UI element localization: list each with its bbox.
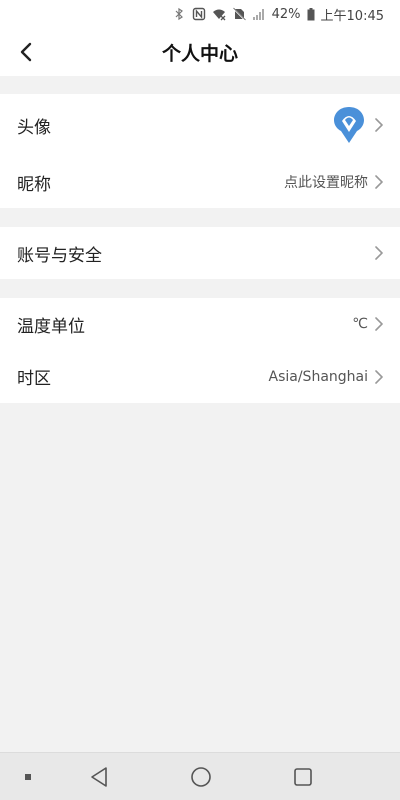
back-button[interactable] <box>8 34 44 70</box>
nickname-row[interactable]: 昵称 点此设置昵称 <box>0 156 400 208</box>
temperature-unit-label: 温度单位 <box>17 316 85 337</box>
profile-group: 头像 昵称 点此设置昵称 <box>0 94 400 208</box>
nav-home-button[interactable] <box>186 753 216 800</box>
back-triangle-icon <box>91 767 107 787</box>
home-circle-icon <box>191 767 211 787</box>
bluetooth-icon <box>175 7 183 21</box>
system-nav-bar <box>0 752 400 800</box>
chevron-right-icon <box>375 175 383 189</box>
menu-dot-icon <box>25 774 31 780</box>
temperature-unit-value: ℃ <box>352 316 368 332</box>
nickname-value: 点此设置昵称 <box>284 175 368 191</box>
timezone-value: Asia/Shanghai <box>268 368 369 385</box>
signal-icon <box>252 9 264 20</box>
no-sim-icon <box>232 7 246 21</box>
chevron-right-icon <box>375 317 383 331</box>
nickname-label: 昵称 <box>17 174 51 195</box>
status-bar: 42% 上午10:45 <box>0 0 400 28</box>
account-security-row[interactable]: 账号与安全 <box>0 227 400 279</box>
brand-logo-icon <box>334 107 364 143</box>
battery-icon <box>307 7 315 20</box>
chevron-right-icon <box>375 118 383 132</box>
timezone-label: 时区 <box>17 369 51 389</box>
timezone-row[interactable]: 时区 Asia/Shanghai <box>0 350 400 403</box>
account-security-label: 账号与安全 <box>17 245 102 266</box>
settings-group: 温度单位 ℃ 时区 Asia/Shanghai <box>0 298 400 403</box>
status-time: 上午10:45 <box>320 8 384 24</box>
nfc-icon <box>192 7 205 21</box>
page-title: 个人中心 <box>161 42 238 65</box>
temperature-unit-row[interactable]: 温度单位 ℃ <box>0 298 400 350</box>
nav-back-button[interactable] <box>84 753 114 800</box>
recents-square-icon <box>294 768 312 786</box>
avatar-row[interactable]: 头像 <box>0 94 400 156</box>
chevron-left-icon <box>20 42 32 62</box>
chevron-right-icon <box>375 246 383 260</box>
battery-percent: 42% <box>271 6 301 22</box>
menu-dot-button[interactable] <box>18 753 38 800</box>
avatar-label: 头像 <box>17 117 51 138</box>
header: 个人中心 <box>0 28 400 76</box>
wifi-icon <box>212 9 226 21</box>
nav-recents-button[interactable] <box>288 753 318 800</box>
account-group: 账号与安全 <box>0 227 400 279</box>
chevron-right-icon <box>375 369 383 384</box>
